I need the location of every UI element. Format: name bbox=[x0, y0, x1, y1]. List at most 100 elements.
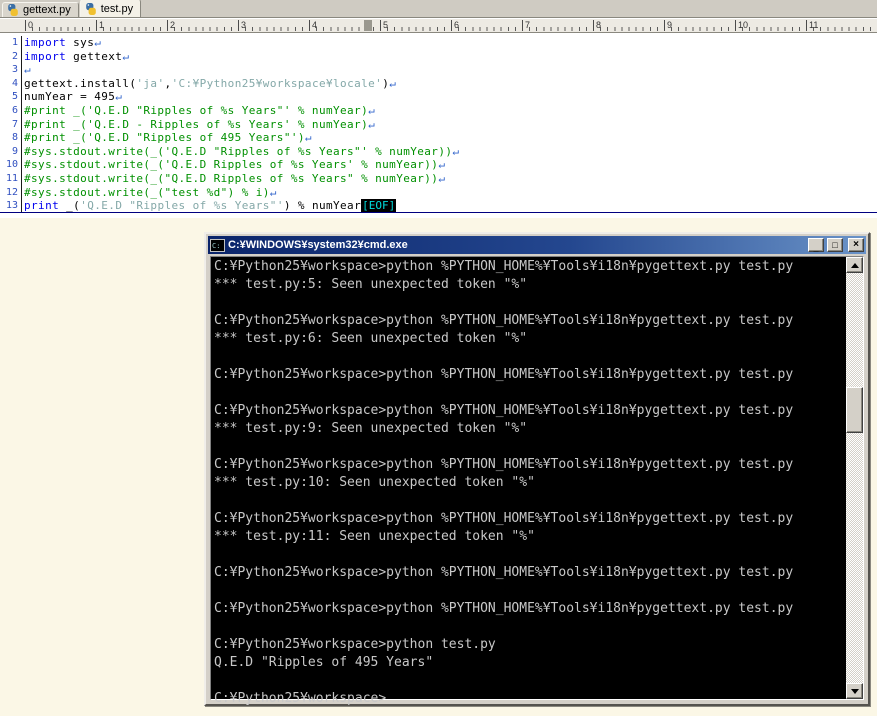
code-segment: _( bbox=[59, 199, 81, 213]
newline-mark-icon: ↵ bbox=[24, 63, 32, 77]
code-line-text: import sys↵ bbox=[22, 36, 101, 50]
code-line-text: gettext.install('ja','C:¥Python25¥worksp… bbox=[22, 77, 396, 91]
code-line-9: 9 #sys.stdout.write(_('Q.E.D "Ripples of … bbox=[0, 144, 877, 159]
code-line-text: numYear = 495↵ bbox=[22, 90, 122, 104]
code-segment: #print _('Q.E.D "Ripples of 495 Years"') bbox=[24, 131, 305, 145]
console-line: C:¥Python25¥workspace>python %PYTHON_HOM… bbox=[214, 403, 794, 418]
code-line-3: 3 ↵ bbox=[0, 63, 877, 77]
close-icon: × bbox=[853, 239, 859, 250]
newline-mark-icon: ↵ bbox=[452, 144, 460, 158]
editor-tab-bar: gettext.py test.py bbox=[0, 0, 877, 18]
python-icon bbox=[8, 4, 18, 16]
line-number: 6 bbox=[0, 103, 22, 118]
line-number: 9 bbox=[0, 144, 22, 159]
code-segment: #print _('Q.E.D - Ripples of %s Years' %… bbox=[24, 117, 369, 131]
console-line: C:¥Python25¥workspace>python test.py bbox=[214, 637, 496, 652]
code-line-text: #sys.stdout.write(_("test %d") % i)↵ bbox=[22, 186, 277, 200]
newline-mark-icon: ↵ bbox=[115, 90, 123, 104]
console-line: *** test.py:10: Seen unexpected token "%… bbox=[214, 475, 535, 490]
maximize-button[interactable]: □ bbox=[827, 238, 843, 252]
ruler-caret-marker bbox=[364, 20, 372, 31]
console-line: C:¥Python25¥workspace>python %PYTHON_HOM… bbox=[214, 313, 794, 328]
console-line: C:¥Python25¥workspace>python %PYTHON_HOM… bbox=[214, 601, 794, 616]
code-segment: #sys.stdout.write(_('Q.E.D Ripples of %s… bbox=[24, 158, 439, 172]
vertical-scrollbar[interactable] bbox=[846, 257, 863, 699]
code-line-text: #sys.stdout.write(_('Q.E.D "Ripples of %… bbox=[22, 145, 459, 159]
code-line-2: 2 import gettext↵ bbox=[0, 49, 877, 64]
newline-mark-icon: ↵ bbox=[269, 185, 277, 199]
tab-test.py[interactable]: test.py bbox=[79, 0, 142, 17]
console-line: *** test.py:6: Seen unexpected token "%" bbox=[214, 331, 528, 346]
cmd-window: C: C:¥WINDOWS¥system32¥cmd.exe _ □ × C:¥… bbox=[204, 232, 870, 706]
ruler-number: 3 bbox=[238, 20, 246, 31]
ruler-number: 4 bbox=[309, 20, 317, 31]
code-segment: 'Q.E.D "Ripples of %s Years"' bbox=[80, 199, 284, 213]
code-text-area[interactable]: 1 import sys↵ 2 import gettext↵ 3 ↵ 4 gettext.i… bbox=[0, 34, 877, 218]
console-line: C:¥Python25¥workspace>python %PYTHON_HOM… bbox=[214, 565, 794, 580]
code-line-text: import gettext↵ bbox=[22, 50, 129, 64]
line-number: 13 bbox=[0, 199, 22, 212]
code-line-text: print _('Q.E.D "Ripples of %s Years"') %… bbox=[22, 199, 397, 213]
cmd-app-icon[interactable]: C: bbox=[210, 238, 225, 252]
code-line-text: ↵ bbox=[22, 63, 31, 77]
code-segment: import bbox=[24, 36, 67, 49]
code-segment: import bbox=[24, 49, 67, 63]
console-line: *** test.py:11: Seen unexpected token "%… bbox=[214, 529, 535, 544]
ruler-number: 0 bbox=[25, 20, 33, 31]
console-line: C:¥Python25¥workspace> bbox=[214, 691, 387, 706]
close-button[interactable]: × bbox=[848, 238, 864, 252]
ruler-number: 1 bbox=[96, 20, 104, 31]
code-line-5: 5 numYear = 495↵ bbox=[0, 90, 877, 104]
scroll-down-button[interactable] bbox=[846, 683, 863, 699]
line-number: 4 bbox=[0, 76, 22, 91]
code-segment: 'C:¥Python25¥workspace¥locale' bbox=[171, 76, 383, 90]
code-segment: gettext.install( bbox=[24, 76, 137, 90]
code-segment: gettext bbox=[66, 49, 123, 63]
cmd-title-bar[interactable]: C: C:¥WINDOWS¥system32¥cmd.exe _ □ × bbox=[208, 236, 866, 254]
line-number: 10 bbox=[0, 158, 22, 172]
minimize-icon: _ bbox=[813, 242, 819, 253]
code-segment: sys bbox=[66, 36, 95, 49]
line-number: 11 bbox=[0, 171, 22, 186]
ruler-number: 7 bbox=[522, 20, 530, 31]
python-icon bbox=[85, 2, 96, 15]
console-line: C:¥Python25¥workspace>python %PYTHON_HOM… bbox=[214, 259, 794, 274]
code-line-13: 13 print _('Q.E.D "Ripples of %s Years"')… bbox=[0, 199, 877, 213]
console-line: C:¥Python25¥workspace>python %PYTHON_HOM… bbox=[214, 457, 794, 472]
ruler-number: 9 bbox=[664, 20, 672, 31]
code-segment: #print _('Q.E.D "Ripples of %s Years"' %… bbox=[24, 103, 369, 117]
newline-mark-icon: ↵ bbox=[304, 131, 312, 145]
console-line: *** test.py:5: Seen unexpected token "%" bbox=[214, 277, 528, 292]
ruler-number: 6 bbox=[451, 20, 459, 31]
scroll-up-button[interactable] bbox=[846, 257, 863, 273]
column-ruler: 0 1 2 3 4 5 6 7 8 9 10 11 bbox=[0, 18, 877, 33]
ruler-number: 2 bbox=[167, 20, 175, 31]
cmd-window-title: C:¥WINDOWS¥system32¥cmd.exe bbox=[228, 239, 408, 251]
minimize-button[interactable]: _ bbox=[808, 238, 824, 252]
code-line-text: #print _('Q.E.D "Ripples of %s Years"' %… bbox=[22, 104, 375, 118]
triangle-up-icon bbox=[850, 262, 859, 268]
console-line: C:¥Python25¥workspace>python %PYTHON_HOM… bbox=[214, 367, 794, 382]
console-line: *** test.py:9: Seen unexpected token "%" bbox=[214, 421, 528, 436]
code-line-10: 10 #sys.stdout.write(_('Q.E.D Ripples of … bbox=[0, 158, 877, 172]
line-number: 1 bbox=[0, 36, 22, 50]
code-segment: numYear = 495 bbox=[24, 90, 116, 104]
code-segment: #sys.stdout.write(_('Q.E.D "Ripples of %… bbox=[24, 144, 453, 158]
line-number: 2 bbox=[0, 49, 22, 64]
code-line-12: 12 #sys.stdout.write(_("test %d") % i)↵ bbox=[0, 185, 877, 200]
tab-gettext.py[interactable]: gettext.py bbox=[2, 2, 79, 17]
ruler-number: 11 bbox=[806, 20, 818, 31]
line-number: 5 bbox=[0, 90, 22, 104]
console-output-area[interactable]: C:¥Python25¥workspace>python %PYTHON_HOM… bbox=[210, 256, 864, 706]
scrollbar-thumb[interactable] bbox=[846, 387, 863, 433]
code-segment: #sys.stdout.write(_("test %d") % i) bbox=[24, 185, 270, 199]
newline-mark-icon: ↵ bbox=[94, 36, 102, 49]
